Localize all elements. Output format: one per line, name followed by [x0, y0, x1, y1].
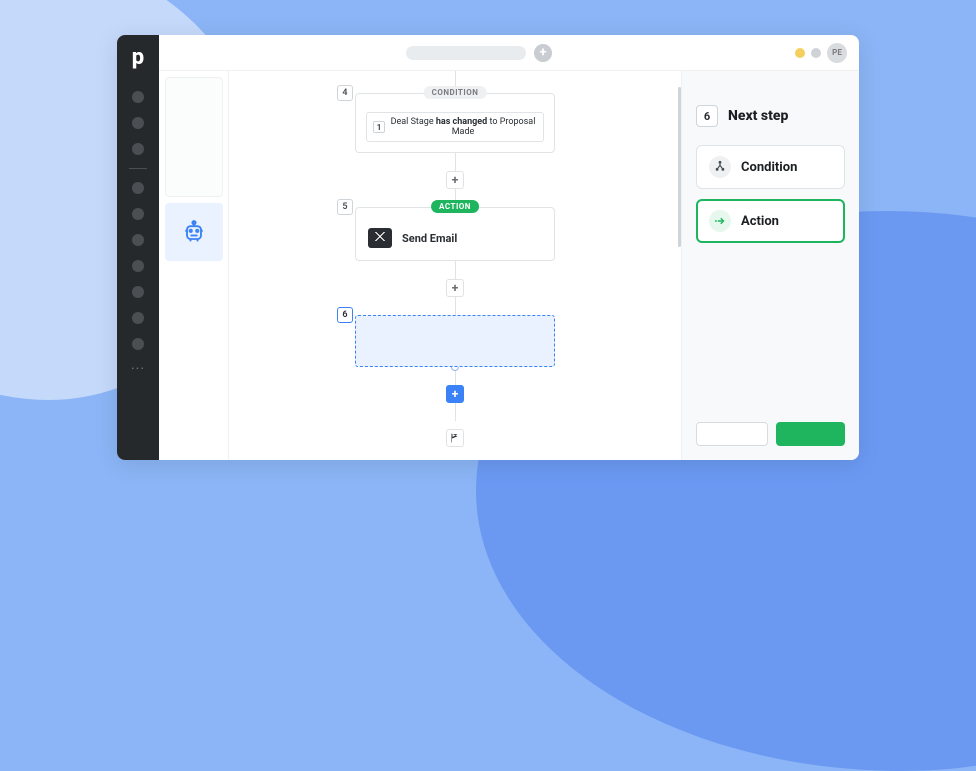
add-step-primary-button[interactable]: + — [446, 385, 464, 403]
add-tab-button[interactable]: + — [534, 44, 552, 62]
finish-icon[interactable] — [446, 429, 464, 447]
nav-item-icon[interactable] — [132, 286, 144, 298]
more-icon[interactable]: ··· — [131, 361, 145, 377]
nav-rail: p ··· — [117, 35, 159, 460]
connector-line — [455, 153, 456, 171]
panel-footer — [696, 422, 845, 446]
brand-logo[interactable]: p — [132, 45, 144, 70]
nav-item-icon[interactable] — [132, 143, 144, 155]
nav-item-icon[interactable] — [132, 117, 144, 129]
window-controls: PE — [795, 43, 847, 63]
content-body: 4 CONDITION 1 Deal Stage has changed to … — [159, 71, 859, 460]
title-placeholder — [406, 46, 526, 60]
new-step-placeholder[interactable]: 6 — [355, 315, 555, 367]
connector-line — [455, 261, 456, 279]
rail-divider — [129, 168, 147, 169]
nav-item-icon[interactable] — [132, 208, 144, 220]
nav-item-icon[interactable] — [132, 182, 144, 194]
right-panel: 6 Next step Condition — [681, 71, 859, 460]
nav-item-icon[interactable] — [132, 312, 144, 324]
app-window: p ··· + PE — [117, 35, 859, 460]
add-step-button[interactable]: + — [446, 279, 464, 297]
panel-step-number: 6 — [696, 105, 718, 127]
avatar[interactable]: PE — [827, 43, 847, 63]
connector-line — [455, 297, 456, 315]
mail-icon — [368, 228, 392, 248]
condition-text-before: Deal Stage — [391, 117, 436, 127]
topbar: + PE — [159, 35, 859, 71]
condition-index: 1 — [373, 121, 385, 133]
option-action[interactable]: Action — [696, 199, 845, 243]
action-node[interactable]: 5 ACTION Send Email — [355, 207, 555, 261]
nav-item-icon[interactable] — [132, 91, 144, 103]
action-label: Send Email — [402, 232, 457, 245]
add-step-button[interactable]: + — [446, 171, 464, 189]
condition-text-bold: has changed — [436, 117, 487, 127]
automation-tile[interactable] — [165, 203, 223, 261]
confirm-button[interactable] — [776, 422, 846, 446]
condition-node[interactable]: 4 CONDITION 1 Deal Stage has changed to … — [355, 93, 555, 153]
sub-sidebar — [159, 71, 229, 460]
nav-item-icon[interactable] — [132, 260, 144, 272]
status-dot-icon — [811, 48, 821, 58]
panel-title: Next step — [728, 108, 788, 124]
node-tag: ACTION — [431, 200, 479, 213]
main-area: + PE — [159, 35, 859, 460]
cancel-button[interactable] — [696, 422, 768, 446]
option-label: Condition — [741, 160, 797, 175]
option-label: Action — [741, 214, 779, 229]
nav-item-icon[interactable] — [132, 234, 144, 246]
option-condition[interactable]: Condition — [696, 145, 845, 189]
action-arrow-icon — [709, 210, 731, 232]
workflow-canvas[interactable]: 4 CONDITION 1 Deal Stage has changed to … — [229, 71, 681, 460]
condition-summary: 1 Deal Stage has changed to Proposal Mad… — [366, 112, 544, 142]
node-tag: CONDITION — [424, 86, 487, 99]
scrollbar[interactable] — [678, 87, 681, 247]
robot-icon — [180, 218, 208, 246]
connector-line — [455, 403, 456, 421]
status-dot-icon — [795, 48, 805, 58]
step-number-badge: 5 — [337, 199, 353, 215]
panel-header: 6 Next step — [696, 105, 845, 127]
branch-icon — [709, 156, 731, 178]
sidebar-panel — [165, 77, 223, 197]
connector-line — [455, 371, 456, 385]
step-number-badge: 4 — [337, 85, 353, 101]
step-number-badge: 6 — [337, 307, 353, 323]
nav-item-icon[interactable] — [132, 338, 144, 350]
